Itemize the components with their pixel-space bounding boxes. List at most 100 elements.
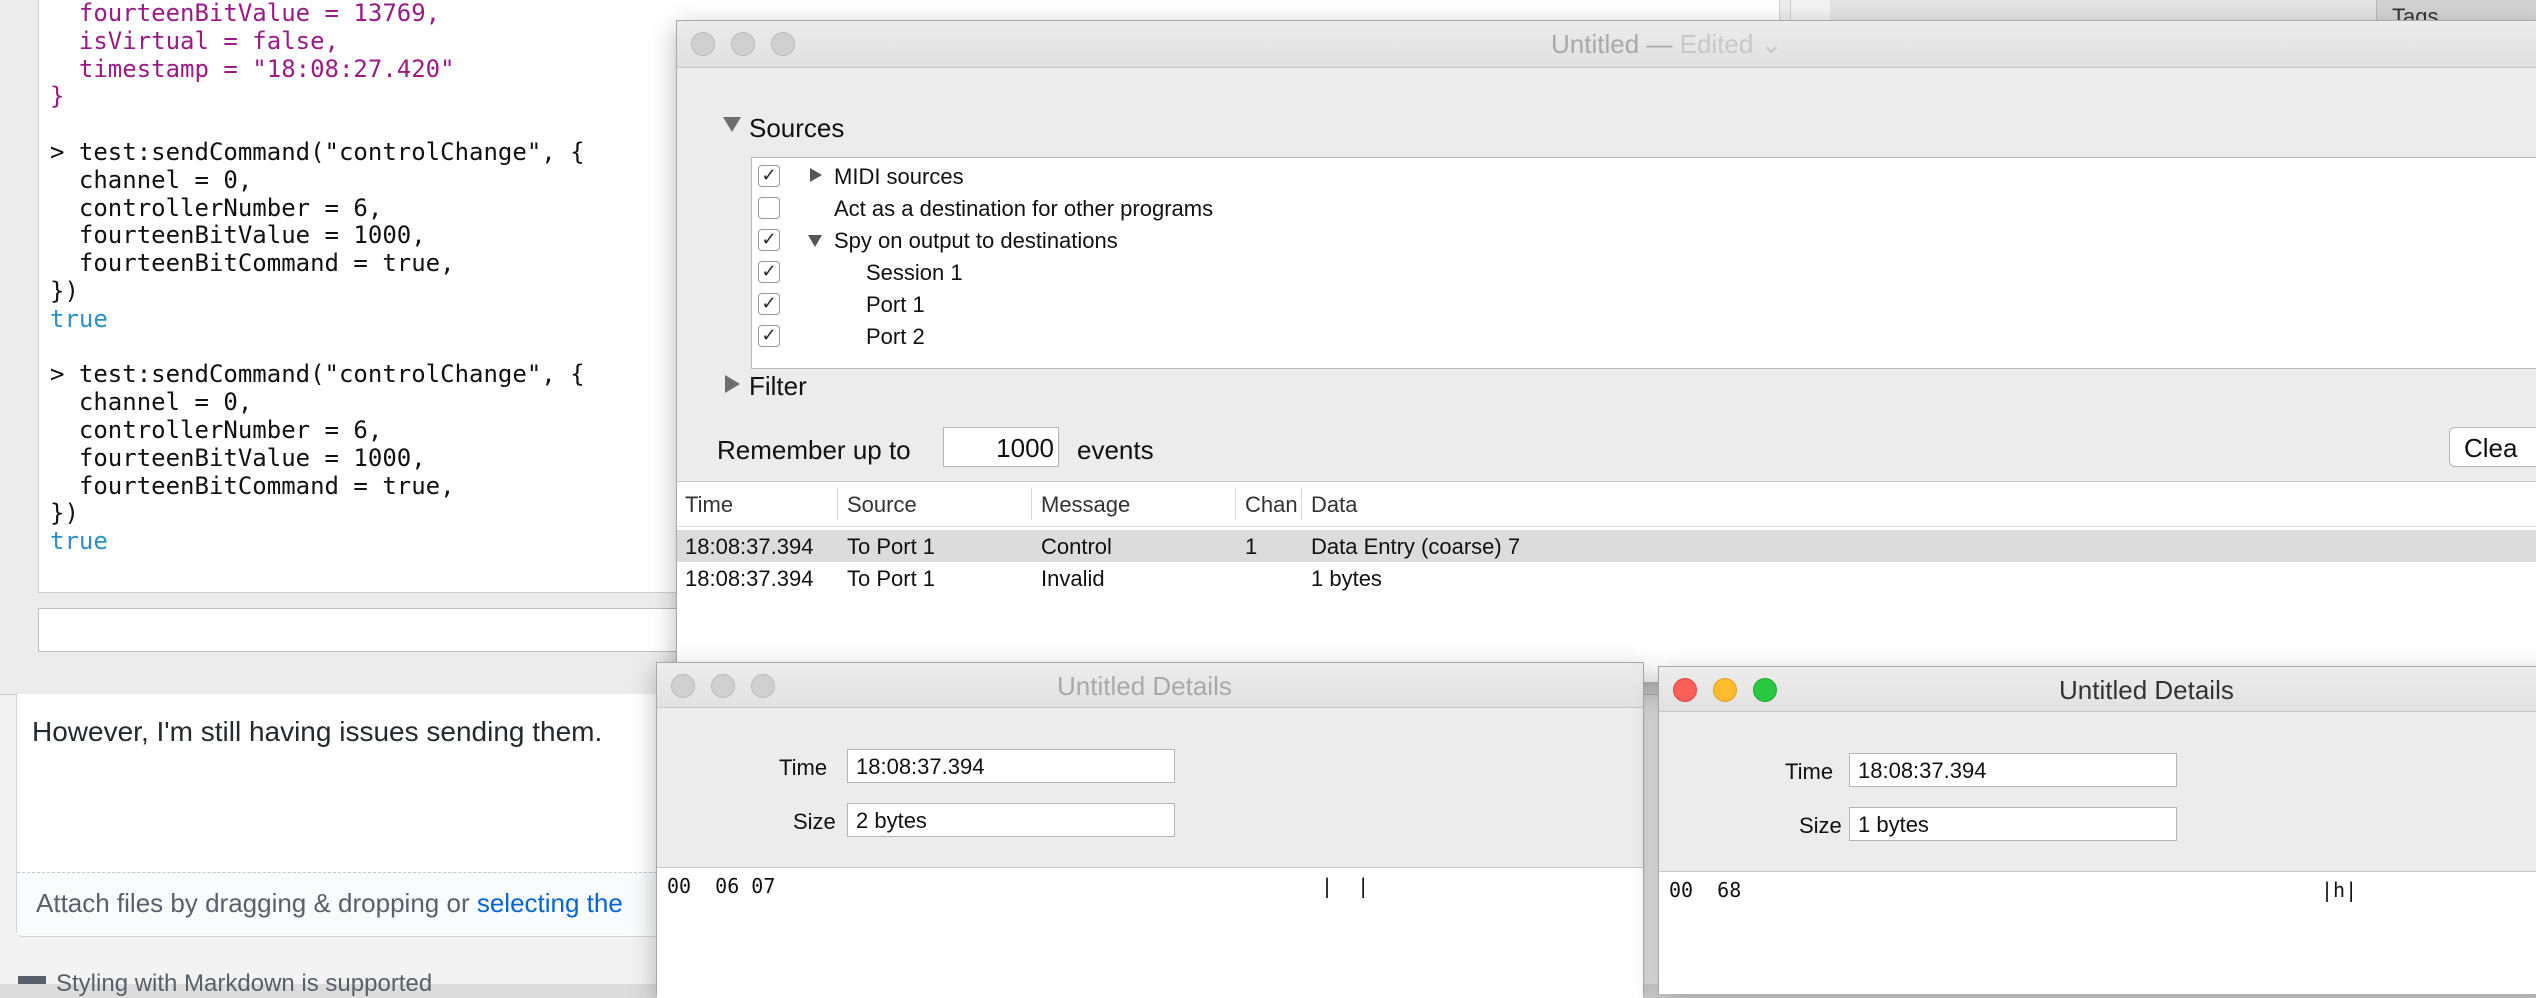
console-line: true (50, 304, 108, 333)
source-label: Session 1 (866, 260, 963, 285)
console-line: } (50, 82, 65, 111)
cell-message: Control (1041, 534, 1112, 559)
console-output-text: fourteenBitValue = 13769, isVirtual = fa… (50, 0, 585, 556)
details-titlebar[interactable]: Untitled Details (657, 663, 1643, 708)
events-table[interactable]: Time Source Message Chan Data 18:08:37.394 To… (677, 481, 2536, 682)
cell-source: To Port 1 (847, 534, 936, 559)
column-separator[interactable] (1235, 488, 1236, 520)
time-label: Time (779, 755, 828, 780)
details-titlebar[interactable]: Untitled Details (1659, 667, 2536, 712)
console-line: fourteenBitCommand = true, (50, 249, 455, 278)
source-row[interactable]: ✓ Session 1 (752, 256, 2536, 288)
sources-disclosure-icon[interactable] (723, 117, 741, 132)
attach-files-text: Attach files by dragging & dropping or s… (36, 888, 623, 919)
clear-button[interactable]: Clea (2449, 427, 2536, 467)
zoom-button[interactable] (771, 32, 795, 56)
edited-menu[interactable]: Edited ⌄ (1680, 29, 1783, 59)
cell-source: To Port 1 (847, 566, 936, 591)
size-field[interactable]: 1 bytes (1849, 807, 2177, 841)
console-line: > test:sendCommand("controlChange", { (50, 137, 585, 166)
minimize-button[interactable] (1713, 678, 1737, 702)
cell-chan: 1 (1245, 534, 1258, 559)
time-label: Time (1785, 759, 1834, 784)
console-line: > test:sendCommand("controlChange", { (50, 360, 585, 389)
column-separator[interactable] (837, 488, 838, 520)
window-title: Untitled — Edited ⌄ (1551, 29, 1782, 60)
console-line: fourteenBitCommand = true, (50, 471, 455, 500)
time-column-header[interactable]: Time (685, 492, 733, 518)
checkbox-checked[interactable]: ✓ (758, 325, 780, 347)
console-line: }) (50, 276, 79, 305)
minimize-button[interactable] (731, 32, 755, 56)
window-titlebar[interactable]: Untitled — Edited ⌄ (677, 21, 2536, 68)
hex-bytes: 00 06 07 (667, 874, 776, 898)
close-button[interactable] (691, 32, 715, 56)
hex-dump-area[interactable]: 00 06 07 | | (657, 867, 1643, 998)
disclosure-collapsed-icon[interactable] (810, 168, 822, 182)
details-title: Untitled Details (2059, 675, 2234, 705)
console-line: true (50, 527, 108, 556)
time-field[interactable]: 18:08:37.394 (847, 749, 1175, 783)
hex-ascii: |h| (2321, 878, 2358, 902)
hex-bytes: 00 68 (1669, 878, 1742, 902)
message-column-header[interactable]: Message (1041, 492, 1130, 518)
hex-ascii: | | (1321, 874, 1370, 898)
cell-message: Invalid (1041, 566, 1105, 591)
console-line: controllerNumber = 6, (50, 193, 383, 222)
table-header: Time Source Message Chan Data (677, 482, 2536, 527)
zoom-button[interactable] (1753, 678, 1777, 702)
table-row[interactable]: 18:08:37.394 To Port 1 Invalid 1 bytes (677, 562, 2536, 594)
hex-dump-area[interactable]: 00 68 |h| (1659, 871, 2536, 994)
sources-list[interactable]: ✓ MIDI sources Act as a destination for ot… (751, 157, 2536, 369)
close-button[interactable] (1673, 678, 1697, 702)
time-field[interactable]: 18:08:37.394 (1849, 753, 2177, 787)
column-separator[interactable] (1301, 488, 1302, 520)
details-window-active: Untitled Details Time 18:08:37.394 Size … (1658, 666, 2536, 994)
remember-events-input[interactable]: 1000 (943, 427, 1059, 467)
table-row[interactable]: 18:08:37.394 To Port 1 Control 1 Data Entry … (677, 530, 2536, 562)
cell-time: 18:08:37.394 (685, 566, 814, 591)
checkbox-checked[interactable]: ✓ (758, 261, 780, 283)
comment-text: However, I'm still having issues sending… (32, 716, 603, 747)
checkbox-checked[interactable]: ✓ (758, 165, 780, 187)
window-title-name: Untitled — (1551, 29, 1680, 59)
disclosure-expanded-icon[interactable] (808, 235, 822, 247)
cell-data: Data Entry (coarse) 7 (1311, 534, 1521, 559)
console-line: timestamp = "18:08:27.420" (50, 54, 455, 83)
checkbox-checked[interactable]: ✓ (758, 229, 780, 251)
source-row[interactable]: ✓ Port 1 (752, 288, 2536, 320)
source-label: MIDI sources (834, 164, 964, 189)
sources-label: Sources (749, 113, 845, 143)
console-line: fourteenBitValue = 13769, (50, 0, 441, 27)
source-row[interactable]: ✓ Spy on output to destinations (752, 224, 2536, 256)
minimize-button[interactable] (711, 674, 735, 698)
column-separator[interactable] (1031, 488, 1032, 520)
checkbox-unchecked[interactable] (758, 197, 780, 219)
remember-label: Remember up to (717, 435, 911, 465)
zoom-button[interactable] (751, 674, 775, 698)
filter-label: Filter (749, 371, 807, 401)
size-field[interactable]: 2 bytes (847, 803, 1175, 837)
source-row[interactable]: ✓ Port 2 (752, 320, 2536, 352)
source-column-header[interactable]: Source (847, 492, 917, 518)
select-files-link[interactable]: selecting the (477, 888, 623, 918)
chan-column-header[interactable]: Chan (1245, 492, 1298, 518)
data-column-header[interactable]: Data (1311, 492, 1357, 518)
console-line: channel = 0, (50, 165, 253, 194)
checkbox-checked[interactable]: ✓ (758, 293, 780, 315)
close-button[interactable] (671, 674, 695, 698)
source-row[interactable]: ✓ MIDI sources (752, 160, 2536, 192)
console-line: fourteenBitValue = 1000, (50, 221, 426, 250)
console-line: }) (50, 499, 79, 528)
markdown-supported-text: Styling with Markdown is supported (56, 970, 433, 997)
console-line: isVirtual = false, (50, 26, 339, 55)
filter-disclosure-icon[interactable] (725, 375, 740, 393)
size-label: Size (1799, 813, 1842, 838)
source-row[interactable]: Act as a destination for other programs (752, 192, 2536, 224)
details-window-inactive: Untitled Details Time 18:08:37.394 Size … (656, 662, 1644, 998)
attach-files-label: Attach files by dragging & dropping or (36, 888, 477, 918)
events-label: events (1077, 435, 1154, 465)
size-label: Size (793, 809, 836, 834)
source-label: Port 1 (866, 292, 925, 317)
console-line: fourteenBitValue = 1000, (50, 443, 426, 472)
